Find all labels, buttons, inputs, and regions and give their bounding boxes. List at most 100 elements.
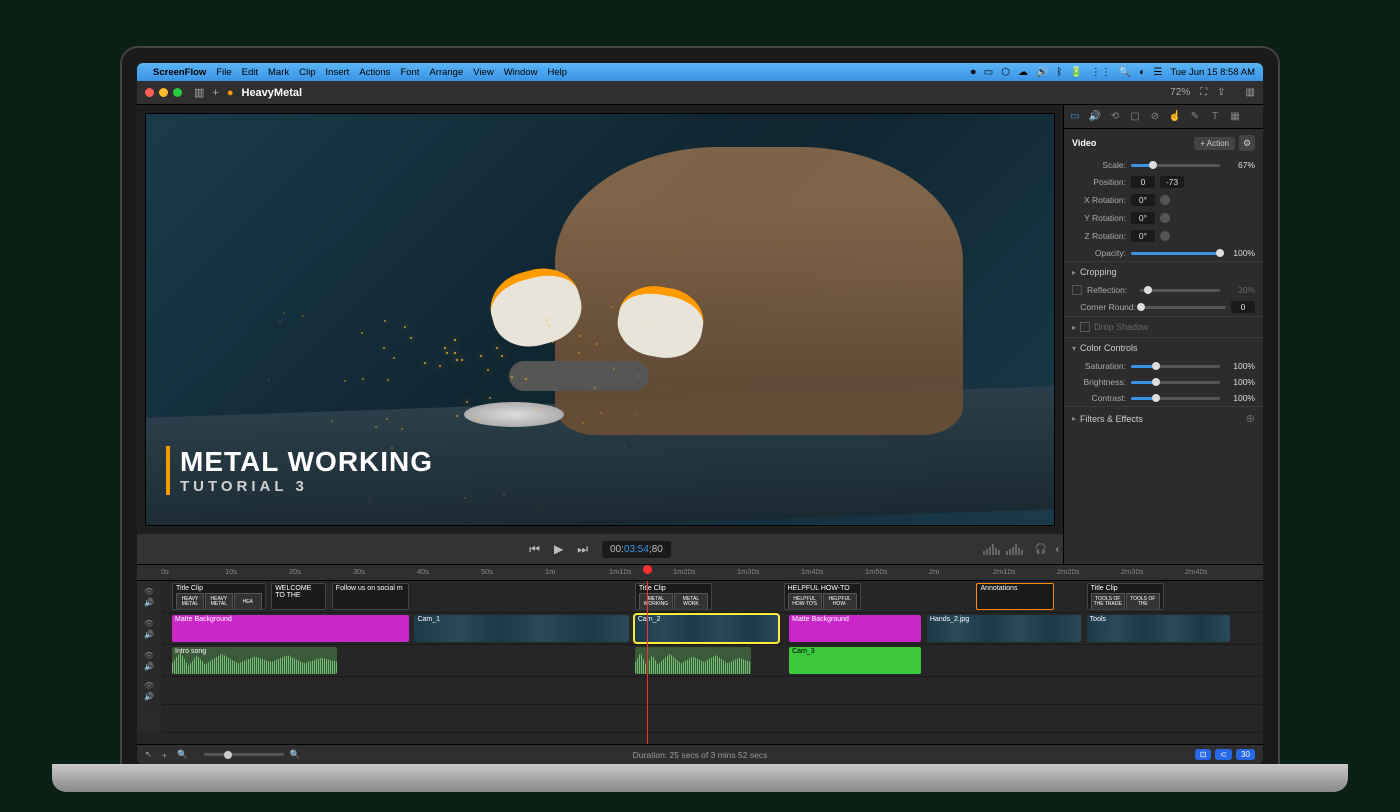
timeline-clip[interactable]: Matte Background	[172, 615, 409, 642]
track-audio-icon[interactable]: 🔊	[144, 692, 154, 701]
preview-canvas[interactable]: METAL WORKING TUTORIAL 3	[145, 113, 1055, 526]
position-y-field[interactable]: -73	[1160, 176, 1184, 188]
play-button[interactable]: ▶	[554, 542, 563, 556]
timeline-clip[interactable]: Cam_2	[635, 615, 778, 642]
menu-mark[interactable]: Mark	[268, 67, 289, 78]
menu-font[interactable]: Font	[400, 67, 419, 78]
timeline-clip[interactable]: Hands_2.jpg	[927, 615, 1081, 642]
sidebar-toggle-icon[interactable]: ▥	[194, 86, 204, 99]
z-rotation-dial[interactable]	[1160, 231, 1170, 241]
reflection-slider[interactable]	[1140, 289, 1220, 292]
reflection-checkbox[interactable]	[1072, 285, 1082, 295]
audio-tab-icon[interactable]: 🔊	[1088, 110, 1102, 124]
skip-forward-button[interactable]: ⏭	[577, 542, 588, 557]
track-audio-icon[interactable]: 🔊	[144, 630, 154, 639]
timeline-clip[interactable]: WELCOME TO THE	[271, 583, 326, 610]
menu-file[interactable]: File	[216, 67, 231, 78]
canvas-zoom-value[interactable]: 72%	[1170, 87, 1190, 98]
timeline-clip[interactable]: Cam_1	[414, 615, 629, 642]
track-visibility-icon[interactable]: 👁	[144, 651, 154, 660]
timeline-clip[interactable]: Matte Background	[789, 615, 921, 642]
menu-arrange[interactable]: Arrange	[429, 67, 463, 78]
track-visibility-icon[interactable]: 👁	[144, 681, 154, 690]
opacity-slider[interactable]	[1131, 252, 1220, 255]
headphone-icon[interactable]: 🎧	[1035, 544, 1047, 555]
brightness-slider[interactable]	[1131, 381, 1220, 384]
annotation-tab-icon[interactable]: ✎	[1188, 110, 1202, 124]
crop-icon[interactable]: ⛶	[1200, 87, 1207, 98]
collapse-icon[interactable]: ‹	[1056, 544, 1059, 555]
control-center-tray-icon[interactable]: ☰	[1153, 67, 1162, 78]
menu-help[interactable]: Help	[547, 67, 567, 78]
timeline-clip[interactable]: Annotations	[976, 583, 1053, 610]
cloud-tray-icon[interactable]: ☁	[1018, 67, 1028, 78]
add-action-button[interactable]: + Action	[1194, 137, 1235, 150]
app-menu[interactable]: ScreenFlow	[153, 67, 206, 78]
timeline-clip[interactable]: Intro song	[172, 647, 337, 674]
scale-slider[interactable]	[1131, 164, 1220, 167]
timeline-clip[interactable]: HELPFUL HOW-TOHELPFUL HOW-TO'SHELPFUL HO…	[784, 583, 861, 610]
menu-insert[interactable]: Insert	[326, 67, 350, 78]
record-icon[interactable]: ●	[227, 87, 234, 99]
x-rotation-dial[interactable]	[1160, 195, 1170, 205]
timeline-clip[interactable]: Follow us on social m	[332, 583, 409, 610]
x-rotation-field[interactable]: 0°	[1131, 194, 1155, 206]
display-tray-icon[interactable]: ▭	[984, 67, 993, 78]
pointer-tool-icon[interactable]: ↖	[145, 749, 152, 760]
y-rotation-field[interactable]: 0°	[1131, 212, 1155, 224]
dropbox-tray-icon[interactable]: ⬡	[1001, 67, 1010, 78]
window-maximize-button[interactable]	[173, 88, 182, 97]
search-tray-icon[interactable]: 🔍	[1119, 67, 1131, 78]
window-minimize-button[interactable]	[159, 88, 168, 97]
motion-tab-icon[interactable]: ⟲	[1108, 110, 1122, 124]
playhead[interactable]	[647, 581, 648, 744]
timeline-clip[interactable]: Title ClipHEAVY METALHEAVY METALHEA	[172, 583, 266, 610]
video-tab-icon[interactable]: ▭	[1068, 110, 1082, 124]
share-icon[interactable]: ⇪	[1217, 87, 1225, 98]
magnet-badge-icon[interactable]: ⊂	[1215, 749, 1232, 760]
user-tray-icon[interactable]: ◐	[1139, 67, 1145, 78]
media-tab-icon[interactable]: ▦	[1228, 110, 1242, 124]
menu-edit[interactable]: Edit	[242, 67, 258, 78]
timeline-ruler[interactable]: 0s10s20s30s40s50s1m1m10s1m20s1m30s1m40s1…	[137, 565, 1263, 581]
fps-badge[interactable]: 30	[1236, 749, 1255, 760]
timeline-clip[interactable]: Tools	[1087, 615, 1230, 642]
wifi-tray-icon[interactable]: ⋮⋮	[1091, 67, 1111, 78]
z-rotation-field[interactable]: 0°	[1131, 230, 1155, 242]
timeline-clip[interactable]: Cam_3	[789, 647, 921, 674]
window-close-button[interactable]	[145, 88, 154, 97]
track-audio-icon[interactable]: 🔊	[144, 662, 154, 671]
position-x-field[interactable]: 0	[1131, 176, 1155, 188]
text-tab-icon[interactable]: T	[1208, 110, 1222, 124]
menubar-clock[interactable]: Tue Jun 15 8:58 AM	[1170, 67, 1255, 78]
saturation-slider[interactable]	[1131, 365, 1220, 368]
drop-shadow-section[interactable]: ▸Drop Shadow	[1064, 316, 1263, 337]
add-track-icon[interactable]: +	[162, 750, 167, 760]
timecode-display[interactable]: 00:03:54;80	[602, 541, 671, 558]
contrast-slider[interactable]	[1131, 397, 1220, 400]
color-controls-section[interactable]: ▾Color Controls	[1064, 337, 1263, 358]
menu-clip[interactable]: Clip	[299, 67, 315, 78]
touch-tab-icon[interactable]: ☝	[1168, 110, 1182, 124]
corner-round-slider[interactable]	[1141, 306, 1226, 309]
add-filter-icon[interactable]: ⊕	[1246, 412, 1255, 425]
drop-shadow-checkbox[interactable]	[1080, 322, 1090, 332]
snap-badge-icon[interactable]: ⊡	[1195, 749, 1212, 760]
menu-window[interactable]: Window	[504, 67, 538, 78]
track-visibility-icon[interactable]: 👁	[144, 587, 154, 596]
skip-back-button[interactable]: ⏮	[529, 542, 540, 557]
add-media-icon[interactable]: +	[212, 87, 218, 99]
filters-effects-section[interactable]: ▸Filters & Effects⊕	[1064, 406, 1263, 430]
track-audio-icon[interactable]: 🔊	[144, 598, 154, 607]
battery-tray-icon[interactable]: 🔋	[1070, 67, 1082, 78]
timeline-clip[interactable]: Title ClipTOOLS OF THE TRADETOOLS OF THE	[1087, 583, 1164, 610]
zoom-out-icon[interactable]: 🔍	[177, 749, 188, 760]
inspector-gear-icon[interactable]: ⚙	[1239, 135, 1255, 151]
timeline-clip[interactable]	[635, 647, 751, 674]
camera-tray-icon[interactable]: ⏺	[971, 67, 976, 78]
corner-round-value[interactable]: 0	[1231, 301, 1255, 313]
menu-actions[interactable]: Actions	[359, 67, 390, 78]
timeline-zoom-slider[interactable]	[204, 753, 284, 756]
y-rotation-dial[interactable]	[1160, 213, 1170, 223]
panel-toggle-icon[interactable]: ▥	[1246, 87, 1255, 98]
